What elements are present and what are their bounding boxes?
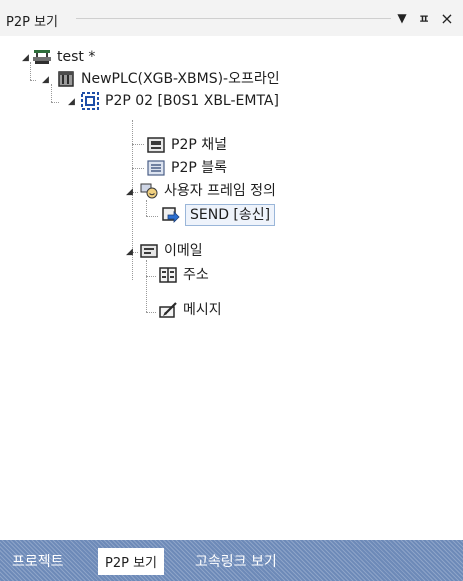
collapse-icon[interactable]: ◢ [22, 54, 31, 63]
tree-node-address[interactable]: 주소 [158, 264, 209, 286]
tree-node-label: 이메일 [164, 243, 203, 259]
panel-title-bar: P2P 보기 ▼ ㅍ × [0, 0, 463, 36]
tree-node-label: test * [57, 49, 96, 65]
tree-connector [146, 312, 156, 313]
send-icon [160, 206, 180, 224]
p2p-tree-panel: ◢ test * ◢ NewPLC(XGB-XBMS)-오프라인 ◢ P2P 0… [0, 36, 463, 540]
tree-connector [51, 84, 52, 102]
tree-node-label: P2P 02 [B0S1 XBL-EMTA] [105, 93, 279, 109]
tab-project[interactable]: 프로젝트 [5, 549, 71, 573]
tree-connector [146, 276, 156, 277]
collapse-icon[interactable]: ◢ [42, 76, 51, 85]
plc-icon [56, 70, 76, 88]
tree-connector [30, 80, 36, 81]
tree-connector [30, 62, 31, 80]
tree-node-label: 사용자 프레임 정의 [164, 183, 276, 199]
message-icon [158, 301, 178, 319]
tree-node-label: P2P 채널 [171, 137, 228, 153]
dropdown-icon[interactable]: ▼ [392, 9, 412, 27]
tree-connector [132, 144, 144, 145]
tab-p2p-view[interactable]: P2P 보기 [98, 548, 165, 575]
address-book-icon [158, 266, 178, 284]
close-icon[interactable]: × [437, 9, 457, 28]
tree-node-project[interactable]: test * [32, 46, 95, 68]
email-icon [139, 242, 159, 260]
frame-icon [139, 182, 159, 200]
tree-connector [146, 216, 158, 217]
module-icon [80, 92, 100, 110]
collapse-icon[interactable]: ◢ [68, 98, 77, 107]
project-icon [32, 48, 52, 66]
tree-node-send-frame[interactable]: SEND [송신] [160, 204, 276, 226]
tree-node-block[interactable]: P2P 블록 [146, 157, 227, 179]
collapse-icon[interactable]: ◢ [126, 188, 135, 197]
bottom-tab-bar: 프로젝트 P2P 보기 고속링크 보기 [0, 540, 463, 581]
tree-node-email[interactable]: 이메일 [139, 240, 203, 262]
pin-icon[interactable]: ㅍ [414, 9, 434, 27]
tree-node-channel[interactable]: P2P 채널 [146, 134, 227, 156]
tree-connector [146, 200, 147, 216]
tree-node-label: SEND [송신] [185, 204, 276, 226]
tree-node-label: 주소 [183, 267, 209, 283]
tab-high-speed-link-view[interactable]: 고속링크 보기 [188, 549, 284, 573]
tree-node-message[interactable]: 메시지 [158, 299, 222, 321]
tree-node-user-frame[interactable]: 사용자 프레임 정의 [139, 180, 276, 202]
tree-node-label: P2P 블록 [171, 160, 228, 176]
tree-node-label: 메시지 [183, 302, 222, 318]
channel-icon [146, 136, 166, 154]
title-divider [76, 18, 391, 19]
tree-connector [51, 102, 59, 103]
tree-node-plc[interactable]: NewPLC(XGB-XBMS)-오프라인 [56, 68, 280, 90]
block-icon [146, 159, 166, 177]
tree-node-p2p-module[interactable]: P2P 02 [B0S1 XBL-EMTA] [80, 90, 279, 112]
panel-title: P2P 보기 [6, 15, 59, 30]
collapse-icon[interactable]: ◢ [126, 248, 135, 257]
tree-node-label: NewPLC(XGB-XBMS)-오프라인 [81, 71, 280, 87]
tree-connector [132, 168, 144, 169]
tree-connector [146, 260, 147, 312]
